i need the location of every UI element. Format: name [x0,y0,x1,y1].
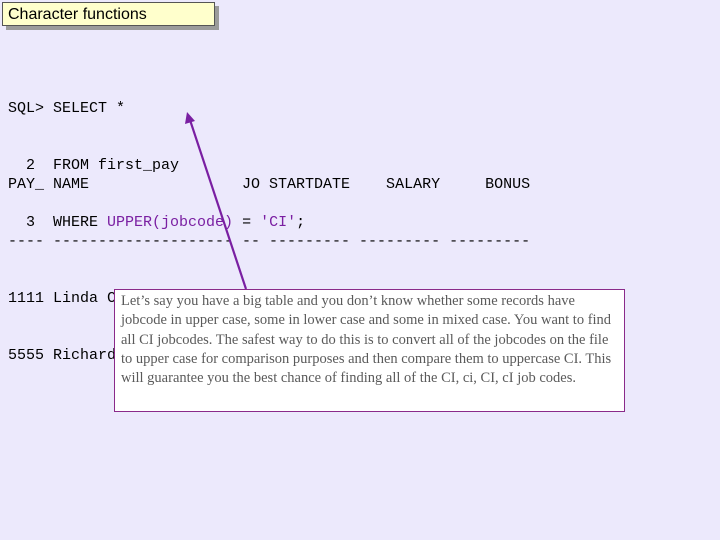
result-header: PAY_ NAME JO STARTDATE SALARY BONUS [8,176,531,193]
sql-line-1: SQL> SELECT * [8,100,126,117]
slide-title: Character functions [2,2,215,26]
callout-box: Let’s say you have a big table and you d… [114,289,625,412]
result-separator: ---- -------------------- -- --------- -… [8,233,531,250]
